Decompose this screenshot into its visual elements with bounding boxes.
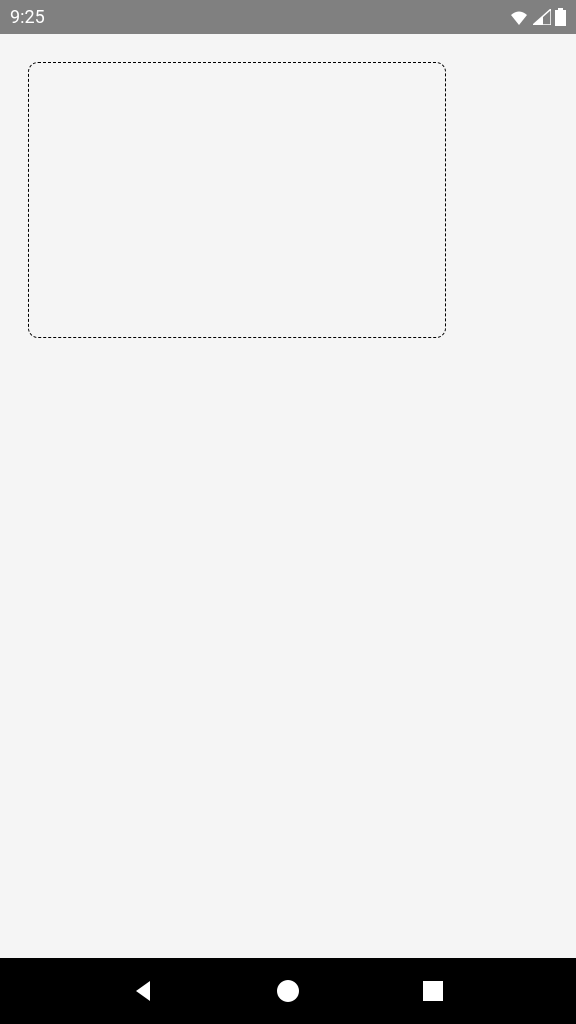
- back-button[interactable]: [123, 971, 163, 1011]
- dashed-placeholder-box: [28, 62, 446, 338]
- signal-icon: [533, 9, 551, 25]
- status-time: 9:25: [10, 7, 45, 28]
- main-content: [0, 34, 576, 366]
- wifi-icon: [509, 9, 529, 25]
- navigation-bar: [0, 958, 576, 1024]
- status-bar: 9:25: [0, 0, 576, 34]
- home-button[interactable]: [268, 971, 308, 1011]
- battery-icon: [555, 8, 566, 26]
- recent-apps-button[interactable]: [413, 971, 453, 1011]
- status-icons: [509, 8, 566, 26]
